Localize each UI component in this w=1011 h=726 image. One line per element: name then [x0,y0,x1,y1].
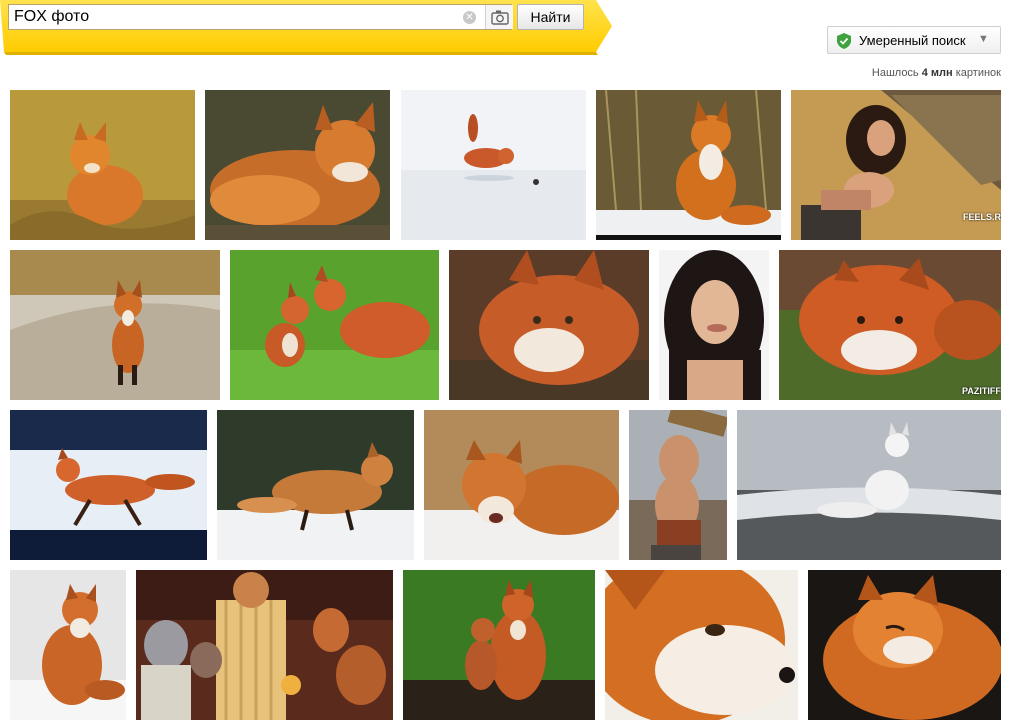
image-result[interactable] [205,90,390,240]
chevron-down-icon: ▼ [978,33,989,45]
image-result[interactable] [401,90,586,240]
safe-search-label: Умеренный поиск [859,33,966,48]
result-count-prefix: Нашлось [871,67,919,79]
image-result[interactable] [659,250,769,400]
image-result[interactable] [217,410,414,560]
shield-icon [837,33,851,49]
watermark-feels: FEELS.RU [963,212,1001,222]
image-result[interactable] [449,250,649,400]
watermark-pazitiff: PAZITIFF [962,386,1001,396]
image-result[interactable] [10,90,195,240]
result-count: Нашлось 4 млн картинок [872,67,1001,79]
search-input[interactable] [9,5,464,29]
image-result[interactable] [596,90,781,240]
image-result[interactable] [808,570,1001,720]
search-button[interactable]: Найти [517,4,584,30]
image-result[interactable] [605,570,798,720]
result-count-suffix: картинок [955,67,1001,79]
image-result[interactable] [136,570,393,720]
image-result[interactable] [10,410,207,560]
image-result[interactable] [737,410,1001,560]
image-result[interactable] [629,410,727,560]
image-result[interactable]: PAZITIFF [779,250,1001,400]
image-result[interactable] [10,570,126,720]
clear-icon[interactable]: ✕ [463,11,476,24]
result-count-value: 4 млн [921,67,953,79]
search-box: ✕ [8,4,513,30]
image-result[interactable] [230,250,439,400]
camera-icon [491,10,509,25]
safe-search-dropdown[interactable]: Умеренный поиск ▼ [827,26,1001,54]
image-result[interactable]: FEELS.RU [791,90,1001,240]
image-result[interactable] [403,570,595,720]
camera-search-button[interactable] [485,5,513,29]
image-result[interactable] [424,410,619,560]
image-result[interactable] [10,250,220,400]
